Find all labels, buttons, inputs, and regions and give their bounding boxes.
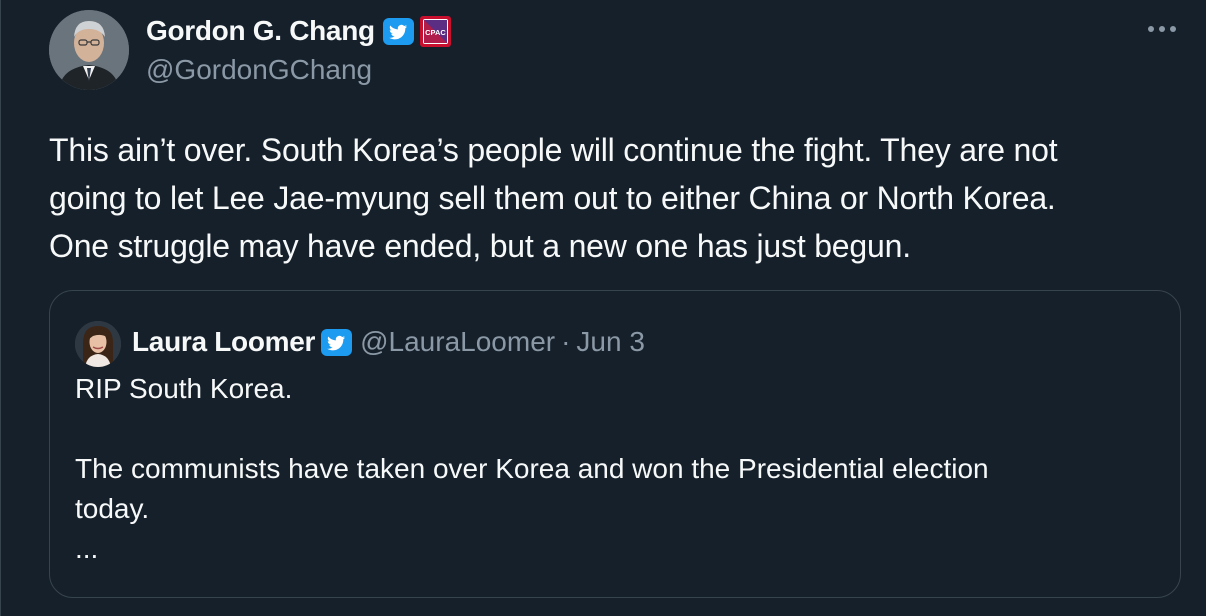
twitter-verified-badge-icon bbox=[382, 17, 414, 45]
quoted-author-display-name[interactable]: Laura Loomer bbox=[132, 326, 315, 358]
twitter-verified-badge-icon bbox=[321, 328, 353, 356]
author-handle[interactable]: @GordonGChang bbox=[146, 54, 372, 86]
quoted-tweet-date[interactable]: Jun 3 bbox=[576, 326, 645, 358]
author-name-row: Gordon G. Chang CPAC bbox=[146, 13, 451, 49]
more-options-button[interactable] bbox=[1145, 18, 1179, 40]
tweet-card[interactable]: Gordon G. Chang CPAC @GordonGChang This … bbox=[0, 0, 1206, 616]
author-display-name[interactable]: Gordon G. Chang bbox=[146, 15, 375, 47]
quoted-tweet-text: RIP South Korea. The communists have tak… bbox=[75, 373, 989, 564]
header-separator: · bbox=[561, 326, 571, 357]
cpac-affiliate-badge-icon[interactable]: CPAC bbox=[419, 15, 451, 47]
quoted-author-avatar-image bbox=[75, 321, 121, 367]
quoted-tweet-header: Laura Loomer @LauraLoomer · Jun 3 bbox=[132, 324, 645, 360]
quoted-tweet-card[interactable]: Laura Loomer @LauraLoomer · Jun 3 RIP So… bbox=[49, 290, 1181, 598]
quoted-author-avatar[interactable] bbox=[75, 321, 121, 367]
author-avatar[interactable] bbox=[49, 10, 129, 90]
affiliate-badge-text: CPAC bbox=[425, 28, 446, 37]
quoted-author-handle[interactable]: @LauraLoomer bbox=[360, 326, 555, 358]
more-horizontal-icon bbox=[1148, 26, 1176, 32]
author-avatar-image bbox=[49, 10, 129, 90]
tweet-text: This ain’t over. South Korea’s people wi… bbox=[49, 132, 1058, 264]
